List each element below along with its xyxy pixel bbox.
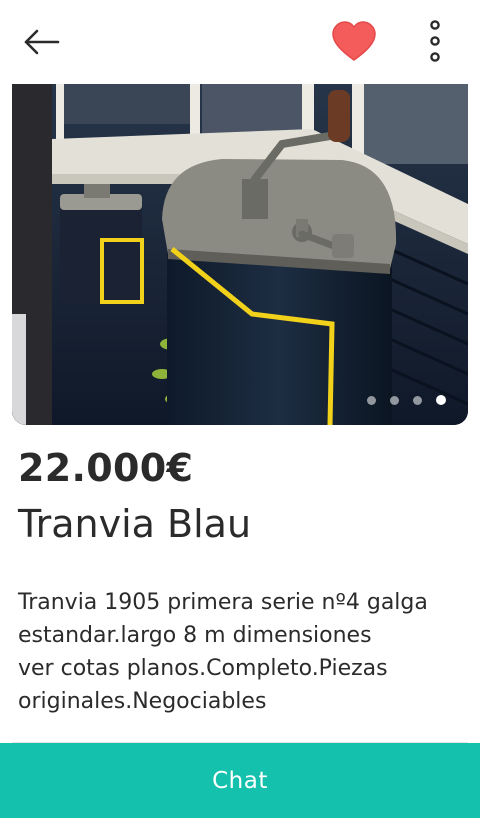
- description-line: estandar.largo 8 m dimensiones: [18, 623, 372, 648]
- product-image: [12, 84, 468, 425]
- description-line: originales.Negociables: [18, 689, 267, 714]
- arrow-left-icon: [24, 29, 60, 55]
- listing-description: Tranvia 1905 primera serie nº4 galga est…: [18, 586, 458, 718]
- pagination-dot[interactable]: [367, 395, 376, 405]
- favorite-button[interactable]: [330, 20, 378, 64]
- vertical-dots-icon: [430, 20, 440, 62]
- description-line: Tranvia 1905 primera serie nº4 galga: [18, 590, 428, 615]
- more-options-button[interactable]: [418, 18, 452, 66]
- pagination-dot-active[interactable]: [436, 395, 446, 405]
- product-photo[interactable]: [12, 84, 468, 425]
- listing-price: 22.000€: [18, 446, 194, 490]
- listing-title: Tranvia Blau: [18, 502, 252, 546]
- chat-button-label: Chat: [212, 767, 268, 794]
- heart-icon: [332, 21, 376, 61]
- pagination-dot[interactable]: [390, 395, 399, 405]
- top-bar: [0, 0, 480, 84]
- image-pagination: [367, 395, 446, 405]
- pagination-dot[interactable]: [413, 395, 422, 405]
- back-button[interactable]: [20, 22, 64, 62]
- description-line: ver cotas planos.Completo.Piezas: [18, 656, 388, 681]
- chat-button[interactable]: Chat: [0, 743, 480, 818]
